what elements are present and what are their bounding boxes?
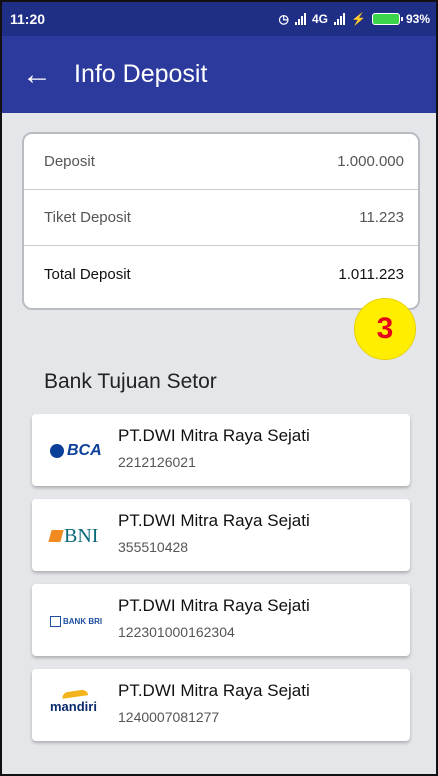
- page-title: Info Deposit: [74, 60, 208, 88]
- bank-card-bni[interactable]: BNI PT.DWI Mitra Raya Sejati 355510428: [32, 499, 410, 571]
- mandiri-logo-icon: mandiri: [50, 688, 120, 721]
- bank-account-number: 1240007081277: [118, 709, 220, 725]
- summary-label: Tiket Deposit: [44, 209, 131, 226]
- status-time: 11:20: [10, 11, 46, 27]
- signal-icon-2: [334, 13, 346, 25]
- summary-row-ticket: Tiket Deposit 11.223: [24, 190, 418, 246]
- bank-card-mandiri[interactable]: mandiri PT.DWI Mitra Raya Sejati 1240007…: [32, 669, 410, 741]
- summary-row-deposit: Deposit 1.000.000: [24, 134, 418, 190]
- bank-account-number: 122301000162304: [118, 624, 235, 640]
- summary-value: 1.011.223: [338, 265, 404, 283]
- summary-value: 1.000.000: [337, 153, 404, 170]
- summary-label: Deposit: [44, 153, 95, 170]
- bank-card-bca[interactable]: BCA PT.DWI Mitra Raya Sejati 2212126021: [32, 414, 410, 486]
- app-bar: ← Info Deposit: [2, 36, 436, 113]
- summary-label: Total Deposit: [44, 265, 131, 283]
- summary-row-total: Total Deposit 1.011.223: [24, 246, 418, 302]
- alarm-icon: ◷: [278, 12, 289, 26]
- battery-percent: 93%: [405, 12, 430, 26]
- bank-account-name: PT.DWI Mitra Raya Sejati: [118, 681, 310, 700]
- signal-icon: [295, 13, 306, 25]
- bank-account-number: 355510428: [118, 539, 189, 555]
- summary-value: 11.223: [359, 209, 404, 226]
- bank-account-name: PT.DWI Mitra Raya Sejati: [118, 511, 310, 530]
- bank-account-name: PT.DWI Mitra Raya Sejati: [118, 426, 310, 445]
- deposit-summary-card: Deposit 1.000.000 Tiket Deposit 11.223 T…: [22, 132, 420, 310]
- bank-card-bri[interactable]: BANK BRI PT.DWI Mitra Raya Sejati 122301…: [32, 584, 410, 656]
- status-icons: ◷ 4G ⚡ 93%: [279, 12, 430, 26]
- bni-logo-icon: BNI: [48, 521, 120, 551]
- bank-account-number: 2212126021: [118, 454, 196, 470]
- back-arrow-icon[interactable]: ←: [22, 59, 64, 90]
- step-number-badge: 3: [354, 298, 416, 360]
- network-type: 4G: [312, 12, 329, 26]
- battery-icon: [371, 13, 403, 25]
- bank-account-name: PT.DWI Mitra Raya Sejati: [118, 596, 310, 615]
- status-bar: 11:20 ◷ 4G ⚡ 93%: [2, 2, 436, 36]
- screen: 11:20 ◷ 4G ⚡ 93% ← Info Deposit Deposit …: [0, 0, 438, 776]
- section-title: Bank Tujuan Setor: [44, 370, 217, 393]
- bca-logo-icon: BCA: [50, 436, 120, 466]
- charging-icon: ⚡: [351, 12, 366, 26]
- bri-logo-icon: BANK BRI: [50, 606, 120, 636]
